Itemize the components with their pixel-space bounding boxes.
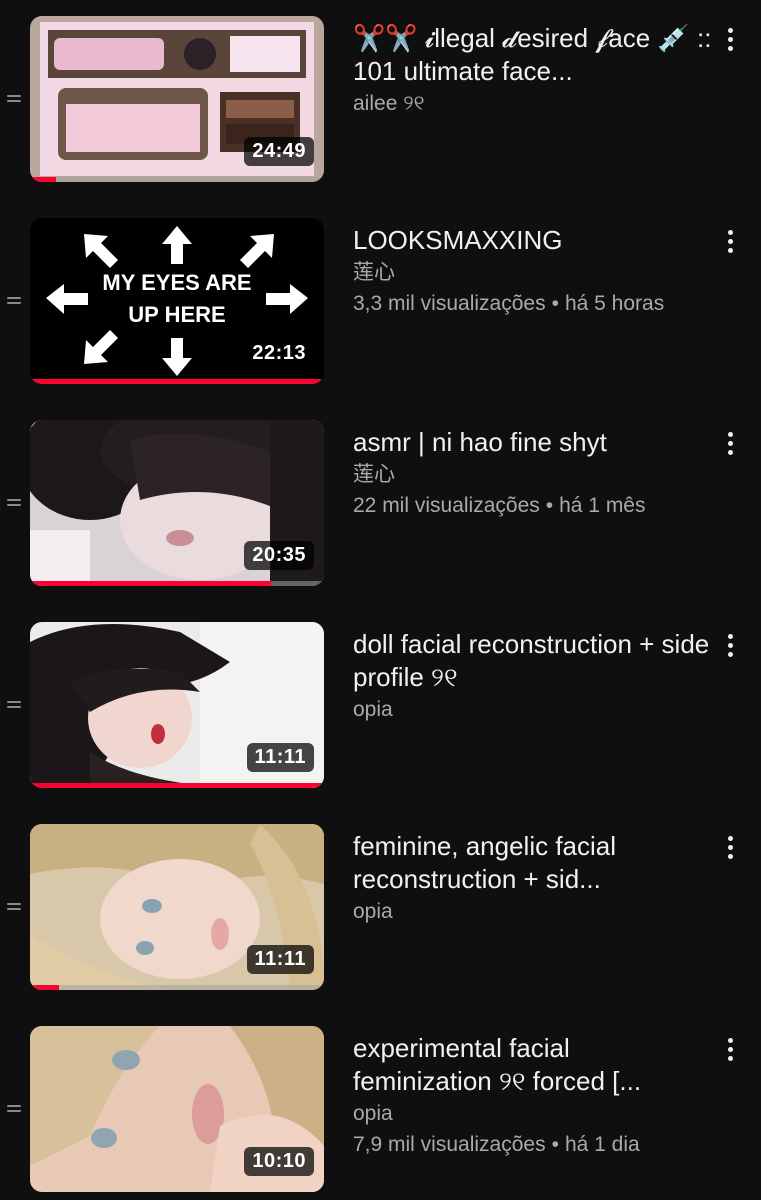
channel-name[interactable]: 莲心 <box>353 257 713 288</box>
playlist-row[interactable]: 11:11 doll facial reconstruction + side … <box>0 622 761 790</box>
drag-handle-icon[interactable] <box>7 294 21 308</box>
upload-age: há 1 dia <box>564 1133 640 1156</box>
more-options-icon[interactable] <box>722 28 738 54</box>
video-title[interactable]: feminine, angelic facial reconstruction … <box>353 830 713 896</box>
video-thumbnail[interactable]: 10:10 <box>30 1026 324 1192</box>
video-title[interactable]: ✂️✂️ 𝓲llegal 𝓭esired 𝓯ace 💉 :: 101 ultim… <box>353 22 713 88</box>
watch-progress-bar <box>30 985 324 990</box>
video-thumbnail[interactable]: 24:49 <box>30 16 324 182</box>
video-title[interactable]: LOOKSMAXXING <box>353 224 713 257</box>
video-duration: 24:49 <box>244 137 314 166</box>
more-options-icon[interactable] <box>722 634 738 660</box>
channel-name[interactable]: ailee ୨୧ <box>353 88 713 119</box>
separator-dot: • <box>551 292 559 315</box>
video-duration: 20:35 <box>244 541 314 570</box>
drag-handle-icon[interactable] <box>7 1102 21 1116</box>
view-count: 7,9 mil visualizações <box>353 1133 546 1156</box>
video-meta: doll facial reconstruction + side profil… <box>353 628 713 725</box>
playlist-row[interactable]: 24:49 ✂️✂️ 𝓲llegal 𝓭esired 𝓯ace 💉 :: 101… <box>0 16 761 184</box>
video-stats: 22 mil visualizações • há 1 mês <box>353 490 713 521</box>
playlist-row[interactable]: MY EYES ARE UP HERE 22:13 LOOKSMAXXING 莲… <box>0 218 761 386</box>
channel-name[interactable]: 莲心 <box>353 459 713 490</box>
watch-progress-fill <box>30 985 60 990</box>
playlist-row[interactable]: 10:10 experimental facial feminization ୨… <box>0 1026 761 1194</box>
drag-handle-icon[interactable] <box>7 900 21 914</box>
thumb-caption-2: UP HERE <box>128 302 225 327</box>
video-duration: 11:11 <box>246 945 314 974</box>
watch-progress-bar <box>30 581 324 586</box>
more-options-icon[interactable] <box>722 836 738 862</box>
watch-progress-fill <box>30 581 272 586</box>
channel-name[interactable]: opia <box>353 694 713 725</box>
video-thumbnail[interactable]: MY EYES ARE UP HERE 22:13 <box>30 218 324 384</box>
video-duration: 11:11 <box>246 743 314 772</box>
video-thumbnail[interactable]: 11:11 <box>30 824 324 990</box>
playlist-video-list: 24:49 ✂️✂️ 𝓲llegal 𝓭esired 𝓯ace 💉 :: 101… <box>0 0 761 1200</box>
watch-progress-bar <box>30 379 324 384</box>
more-options-icon[interactable] <box>722 230 738 256</box>
video-meta: ✂️✂️ 𝓲llegal 𝓭esired 𝓯ace 💉 :: 101 ultim… <box>353 22 713 119</box>
upload-age: há 5 horas <box>564 292 665 315</box>
video-meta: LOOKSMAXXING 莲心 3,3 mil visualizações • há… <box>353 224 713 319</box>
watch-progress-bar <box>30 783 324 788</box>
upload-age: há 1 mês <box>559 494 646 517</box>
video-thumbnail[interactable]: 20:35 <box>30 420 324 586</box>
channel-name[interactable]: opia <box>353 896 713 927</box>
view-count: 22 mil visualizações <box>353 494 540 517</box>
video-duration: 10:10 <box>244 1147 314 1176</box>
video-title[interactable]: experimental facial feminization ୨୧ forc… <box>353 1032 713 1098</box>
watch-progress-bar <box>30 177 324 182</box>
watch-progress-fill <box>30 379 324 384</box>
drag-handle-icon[interactable] <box>7 698 21 712</box>
video-thumbnail[interactable]: 11:11 <box>30 622 324 788</box>
video-meta: experimental facial feminization ୨୧ forc… <box>353 1032 713 1160</box>
drag-handle-icon[interactable] <box>7 92 21 106</box>
video-duration: 22:13 <box>244 339 314 368</box>
video-meta: asmr | ni hao fine shyt 莲心 22 mil visual… <box>353 426 713 521</box>
playlist-row[interactable]: 11:11 feminine, angelic facial reconstru… <box>0 824 761 992</box>
video-title[interactable]: doll facial reconstruction + side profil… <box>353 628 713 694</box>
more-options-icon[interactable] <box>722 1038 738 1064</box>
thumb-caption-1: MY EYES ARE <box>102 270 251 295</box>
channel-name[interactable]: opia <box>353 1098 713 1129</box>
video-stats: 3,3 mil visualizações • há 5 horas <box>353 288 673 319</box>
playlist-row[interactable]: 20:35 asmr | ni hao fine shyt 莲心 22 mil … <box>0 420 761 588</box>
watch-progress-fill <box>30 177 57 182</box>
separator-dot: • <box>545 494 554 517</box>
video-stats: 7,9 mil visualizações • há 1 dia <box>353 1129 713 1160</box>
separator-dot: • <box>551 1133 559 1156</box>
view-count: 3,3 mil visualizações <box>353 292 546 315</box>
drag-handle-icon[interactable] <box>7 496 21 510</box>
video-title[interactable]: asmr | ni hao fine shyt <box>353 426 713 459</box>
watch-progress-fill <box>30 783 324 788</box>
more-options-icon[interactable] <box>722 432 738 458</box>
video-meta: feminine, angelic facial reconstruction … <box>353 830 713 927</box>
